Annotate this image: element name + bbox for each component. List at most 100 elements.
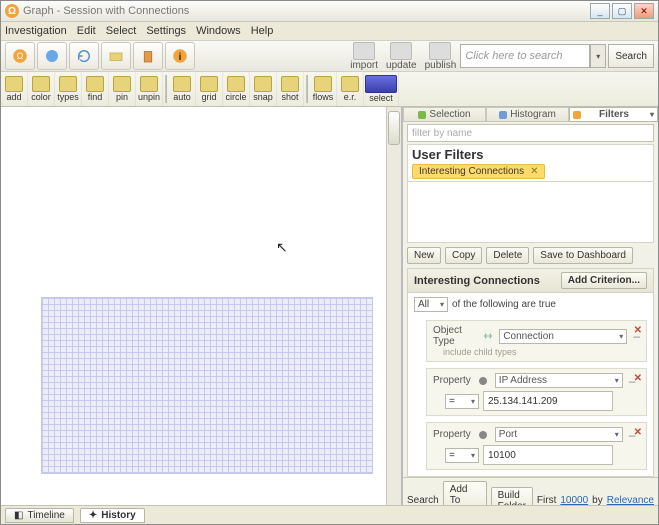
global-search-button[interactable]: Search bbox=[608, 44, 654, 68]
menu-windows[interactable]: Windows bbox=[196, 25, 241, 37]
flows-icon bbox=[314, 76, 332, 92]
global-search-dropdown[interactable]: ▾ bbox=[590, 44, 606, 68]
menu-select[interactable]: Select bbox=[106, 25, 137, 37]
toolbar-globe-button[interactable] bbox=[37, 42, 67, 70]
tool-flows[interactable]: flows bbox=[310, 72, 337, 106]
add-criterion-button[interactable]: Add Criterion... bbox=[561, 272, 647, 289]
criterion-remove-icon[interactable]: ✕ bbox=[634, 427, 642, 438]
criterion-port: ✕ Property Port – = 10100 bbox=[426, 422, 647, 470]
tool-pin[interactable]: pin bbox=[109, 72, 136, 106]
delete-filter-button[interactable]: Delete bbox=[486, 247, 529, 264]
menu-help[interactable]: Help bbox=[251, 25, 274, 37]
object-type-select[interactable]: Connection bbox=[499, 329, 627, 344]
logic-select[interactable]: All bbox=[414, 297, 448, 312]
tool-add[interactable]: add bbox=[1, 72, 28, 106]
timeline-tab[interactable]: ◧Timeline bbox=[5, 508, 74, 523]
vertical-scrollbar[interactable] bbox=[386, 107, 401, 505]
operator-select[interactable]: = bbox=[445, 448, 479, 463]
copy-filter-button[interactable]: Copy bbox=[445, 247, 482, 264]
menu-investigation[interactable]: Investigation bbox=[5, 25, 67, 37]
history-tab[interactable]: ✦History bbox=[80, 508, 145, 523]
maximize-button[interactable]: ▢ bbox=[612, 3, 632, 19]
import-icon bbox=[353, 42, 375, 60]
property-icon bbox=[477, 375, 489, 387]
criterion-remove-icon[interactable]: ✕ bbox=[634, 325, 642, 336]
criteria-title: Interesting Connections bbox=[414, 275, 540, 287]
update-button[interactable]: update bbox=[386, 42, 417, 71]
save-dashboard-button[interactable]: Save to Dashboard bbox=[533, 247, 633, 264]
publish-icon bbox=[429, 42, 451, 60]
tool-grid[interactable]: grid bbox=[196, 72, 223, 106]
filter-action-row: New Copy Delete Save to Dashboard bbox=[403, 243, 658, 268]
tool-snap[interactable]: snap bbox=[250, 72, 277, 106]
tool-auto[interactable]: auto bbox=[169, 72, 196, 106]
filter-chip[interactable]: Interesting Connections✕ bbox=[412, 164, 545, 179]
main-toolbar: Ω i import update publish Click here to … bbox=[1, 41, 658, 72]
include-child-types-option[interactable]: include child types bbox=[443, 347, 640, 357]
menu-edit[interactable]: Edit bbox=[77, 25, 96, 37]
right-panel-tabs: Selection Histogram Filters bbox=[403, 107, 658, 122]
history-icon: ✦ bbox=[89, 510, 97, 521]
toolbar-refresh-button[interactable] bbox=[69, 42, 99, 70]
color-icon bbox=[32, 76, 50, 92]
er-icon bbox=[341, 76, 359, 92]
new-filter-button[interactable]: New bbox=[407, 247, 441, 264]
tool-circle[interactable]: circle bbox=[223, 72, 250, 106]
property-select[interactable]: IP Address bbox=[495, 373, 623, 388]
mouse-cursor-icon: ↖ bbox=[276, 239, 288, 256]
scrollbar-thumb[interactable] bbox=[388, 111, 400, 145]
menu-bar: Investigation Edit Select Settings Windo… bbox=[1, 22, 658, 41]
tool-find[interactable]: find bbox=[82, 72, 109, 106]
property-select[interactable]: Port bbox=[495, 427, 623, 442]
toolbar-delete-button[interactable] bbox=[133, 42, 163, 70]
criterion-remove-icon[interactable]: ✕ bbox=[634, 373, 642, 384]
tool-er[interactable]: e.r. bbox=[337, 72, 364, 106]
shot-icon bbox=[281, 76, 299, 92]
tool-select[interactable]: select bbox=[364, 72, 399, 106]
pin-icon bbox=[113, 76, 131, 92]
graph-nodes-grid bbox=[41, 297, 373, 474]
graph-canvas[interactable]: ↖ bbox=[1, 107, 402, 505]
grid-icon bbox=[200, 76, 218, 92]
logic-line: All of the following are true bbox=[408, 293, 653, 316]
toolbar-home-button[interactable]: Ω bbox=[5, 42, 35, 70]
build-folder-button[interactable]: Build Folder bbox=[491, 487, 533, 506]
import-button[interactable]: import bbox=[350, 42, 378, 71]
user-filters-list bbox=[407, 182, 654, 243]
graph-toolbar: add color types find pin unpin auto grid… bbox=[1, 72, 658, 107]
result-count-link[interactable]: 10000 bbox=[560, 495, 588, 505]
select-icon bbox=[365, 75, 397, 93]
add-icon bbox=[5, 76, 23, 92]
unpin-icon bbox=[140, 76, 158, 92]
by-label: by bbox=[592, 495, 603, 505]
tab-dot-icon bbox=[418, 111, 426, 119]
tool-separator-2 bbox=[306, 75, 308, 103]
menu-settings[interactable]: Settings bbox=[146, 25, 186, 37]
operator-select[interactable]: = bbox=[445, 394, 479, 409]
minimize-button[interactable]: _ bbox=[590, 3, 610, 19]
add-to-graph-button[interactable]: Add To Graph bbox=[443, 481, 487, 505]
tool-types[interactable]: types bbox=[55, 72, 82, 106]
relevance-link[interactable]: Relevance bbox=[607, 495, 654, 505]
snap-icon bbox=[254, 76, 272, 92]
tool-shot[interactable]: shot bbox=[277, 72, 304, 106]
port-value-input[interactable]: 10100 bbox=[483, 445, 613, 465]
toolbar-info-button[interactable]: i bbox=[165, 42, 195, 70]
tab-filters[interactable]: Filters bbox=[569, 107, 658, 122]
tab-selection[interactable]: Selection bbox=[403, 107, 486, 122]
tool-color[interactable]: color bbox=[28, 72, 55, 106]
window-controls: _ ▢ ✕ bbox=[588, 3, 654, 19]
tab-histogram[interactable]: Histogram bbox=[486, 107, 569, 122]
title-bar: Ω Graph - Session with Connections _ ▢ ✕ bbox=[1, 1, 658, 22]
global-search-input[interactable]: Click here to search bbox=[460, 44, 590, 68]
chip-close-icon[interactable]: ✕ bbox=[530, 166, 538, 177]
tool-unpin[interactable]: unpin bbox=[136, 72, 163, 106]
close-button[interactable]: ✕ bbox=[634, 3, 654, 19]
app-icon: Ω bbox=[5, 4, 19, 18]
property-icon bbox=[477, 429, 489, 441]
ip-value-input[interactable]: 25.134.141.209 bbox=[483, 391, 613, 411]
user-filters-header: User Filters Interesting Connections✕ bbox=[407, 144, 654, 182]
toolbar-folder-button[interactable] bbox=[101, 42, 131, 70]
publish-button[interactable]: publish bbox=[425, 42, 457, 71]
filter-by-name-input[interactable]: filter by name bbox=[407, 124, 654, 142]
